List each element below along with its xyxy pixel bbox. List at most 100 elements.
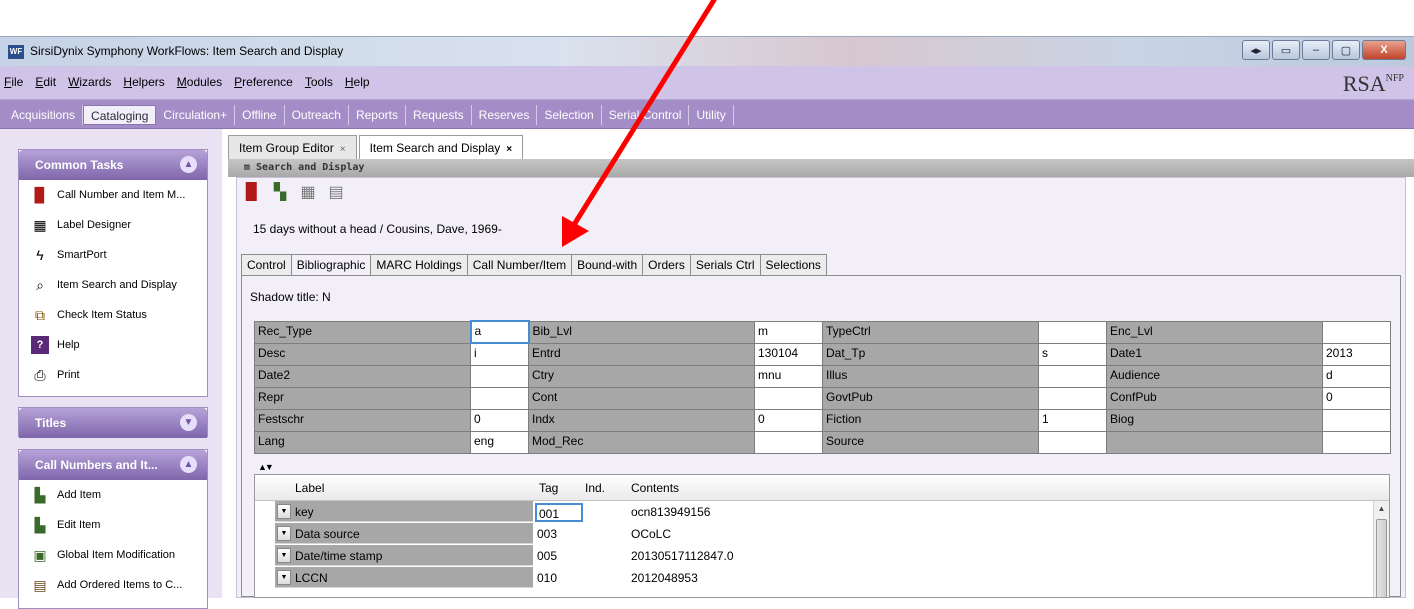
switch-window-button[interactable]: ◂▸ [1242, 40, 1270, 60]
module-acquisitions[interactable]: Acquisitions [4, 105, 84, 125]
fixed-field-value[interactable]: d [1322, 364, 1391, 388]
menu-help[interactable]: Help [345, 75, 370, 89]
column-tag[interactable]: Tag [539, 481, 558, 495]
module-circulation[interactable]: Circulation+ [156, 105, 236, 125]
module-selection[interactable]: Selection [537, 105, 602, 125]
catalog-books-icon[interactable]: ▉ [241, 182, 263, 202]
fixed-field-value[interactable] [754, 430, 823, 454]
fixed-field-value[interactable] [470, 386, 529, 410]
fixed-field-value[interactable] [1038, 320, 1107, 344]
menu-edit[interactable]: Edit [35, 75, 56, 89]
tag-number[interactable]: 010 [535, 569, 583, 588]
tab-marc-holdings[interactable]: MARC Holdings [370, 254, 468, 276]
maximize-button[interactable]: ▢ [1332, 40, 1360, 60]
fixed-field-value[interactable]: eng [470, 430, 529, 454]
fixed-field-value[interactable]: mnu [754, 364, 823, 388]
expand-down-icon[interactable]: ▼ [180, 414, 197, 431]
scroll-up-icon[interactable]: ▲ [1374, 501, 1389, 517]
menu-modules[interactable]: Modules [177, 75, 222, 89]
tab-item-group-editor[interactable]: Item Group Editor × [228, 135, 357, 159]
tag-number[interactable]: 001 [535, 503, 583, 522]
sidebar-item-item-search[interactable]: ⌕ Item Search and Display [19, 270, 207, 300]
column-contents[interactable]: Contents [631, 481, 679, 495]
menu-tools[interactable]: Tools [305, 75, 333, 89]
module-requests[interactable]: Requests [406, 105, 472, 125]
module-cataloging[interactable]: Cataloging [83, 105, 157, 125]
tag-contents[interactable]: 2012048953 [631, 571, 698, 585]
dropdown-arrow-icon[interactable]: ▼ [277, 504, 291, 519]
menu-preference[interactable]: Preference [234, 75, 293, 89]
fixed-field-value[interactable]: 0 [754, 408, 823, 432]
fixed-field-value[interactable]: m [754, 320, 823, 344]
fixed-field-value[interactable] [1322, 408, 1391, 432]
minimize-button[interactable]: – [1302, 40, 1330, 60]
tab-item-search-display[interactable]: Item Search and Display × [358, 135, 524, 159]
module-reserves[interactable]: Reserves [472, 105, 538, 125]
holdings-list-icon[interactable]: ▤ [325, 182, 347, 202]
dropdown-arrow-icon[interactable]: ▼ [277, 570, 291, 585]
collapse-up-icon[interactable]: ▲ [180, 156, 197, 173]
fixed-field-value[interactable]: 0 [1322, 386, 1391, 410]
sidebar-item-global-modification[interactable]: ▣ Global Item Modification [19, 540, 207, 570]
sidebar-item-label-designer[interactable]: ▦ Label Designer [19, 210, 207, 240]
fixed-field-value[interactable]: 1 [1038, 408, 1107, 432]
close-tab-icon[interactable]: × [506, 144, 512, 155]
fixed-field-value[interactable]: 130104 [754, 342, 823, 366]
scroll-thumb[interactable] [1376, 519, 1387, 597]
module-offline[interactable]: Offline [235, 105, 285, 125]
close-button[interactable]: X [1362, 40, 1406, 60]
column-ind[interactable]: Ind. [585, 481, 605, 495]
module-outreach[interactable]: Outreach [285, 105, 349, 125]
tab-serials-ctrl[interactable]: Serials Ctrl [689, 254, 761, 276]
sidebar-item-add-item[interactable]: ▙ Add Item [19, 480, 207, 510]
fixed-field-value[interactable] [1038, 386, 1107, 410]
column-label[interactable]: Label [295, 481, 324, 495]
collapse-up-icon[interactable]: ▲ [180, 456, 197, 473]
fixed-field-value[interactable] [754, 386, 823, 410]
module-utility[interactable]: Utility [689, 105, 734, 125]
tag-row[interactable]: ▼ LCCN 010 2012048953 [255, 567, 1389, 589]
fixed-field-value[interactable] [1322, 320, 1391, 344]
fixed-field-value[interactable] [1038, 364, 1107, 388]
fixed-field-value[interactable] [1038, 430, 1107, 454]
module-serial-control[interactable]: Serial Control [602, 105, 690, 125]
menu-wizards[interactable]: Wizards [68, 75, 111, 89]
tab-selections[interactable]: Selections [759, 254, 827, 276]
fixed-field-value[interactable]: i [470, 342, 529, 366]
fixed-field-value[interactable] [1322, 430, 1391, 454]
tag-contents[interactable]: ocn813949156 [631, 505, 710, 519]
sidebar-item-check-status[interactable]: ⧉ Check Item Status [19, 300, 207, 330]
dropdown-arrow-icon[interactable]: ▼ [277, 548, 291, 563]
fixed-field-value[interactable] [470, 364, 529, 388]
sidebar-item-add-ordered[interactable]: ▤ Add Ordered Items to C... [19, 570, 207, 600]
fixed-field-value[interactable]: 2013 [1322, 342, 1391, 366]
title-bar[interactable]: WF SirsiDynix Symphony WorkFlows: Item S… [0, 36, 1414, 66]
menu-helpers[interactable]: Helpers [123, 75, 164, 89]
sidebar-item-help[interactable]: ? Help [19, 330, 207, 360]
sidebar-item-smartport[interactable]: ϟ SmartPort [19, 240, 207, 270]
menu-file[interactable]: File [4, 75, 23, 89]
sidebar-item-print[interactable]: ⎙ Print [19, 360, 207, 390]
call-numbers-header[interactable]: Call Numbers and It... ▲ [19, 450, 207, 480]
tag-number[interactable]: 005 [535, 547, 583, 566]
tab-bound-with[interactable]: Bound-with [571, 254, 644, 276]
tab-call-number-item[interactable]: Call Number/Item [466, 254, 573, 276]
common-tasks-header[interactable]: Common Tasks ▲ [19, 150, 207, 180]
titles-header[interactable]: Titles ▼ [19, 408, 207, 438]
vertical-scrollbar[interactable]: ▲ [1373, 501, 1389, 597]
tag-row[interactable]: ▼ key 001 ocn813949156 [255, 501, 1389, 523]
tag-row[interactable]: ▼ Date/time stamp 005 20130517112847.0 [255, 545, 1389, 567]
sidebar-item-edit-item[interactable]: ▙ Edit Item [19, 510, 207, 540]
tag-number[interactable]: 003 [535, 525, 583, 544]
module-reports[interactable]: Reports [349, 105, 406, 125]
tab-control[interactable]: Control [241, 254, 292, 276]
tag-row[interactable]: ▼ Data source 003 OCoLC [255, 523, 1389, 545]
sidebar-item-call-number[interactable]: ▉ Call Number and Item M... [19, 180, 207, 210]
tab-orders[interactable]: Orders [642, 254, 691, 276]
fixed-field-value[interactable]: 0 [470, 408, 529, 432]
restore-layout-button[interactable]: ▭ [1272, 40, 1300, 60]
tag-contents[interactable]: OCoLC [631, 527, 671, 541]
splitter-arrows-icon[interactable]: ▲▼ [258, 462, 274, 472]
marc-icon[interactable]: ▚ [269, 182, 291, 202]
fixed-field-value[interactable]: a [469, 320, 530, 344]
